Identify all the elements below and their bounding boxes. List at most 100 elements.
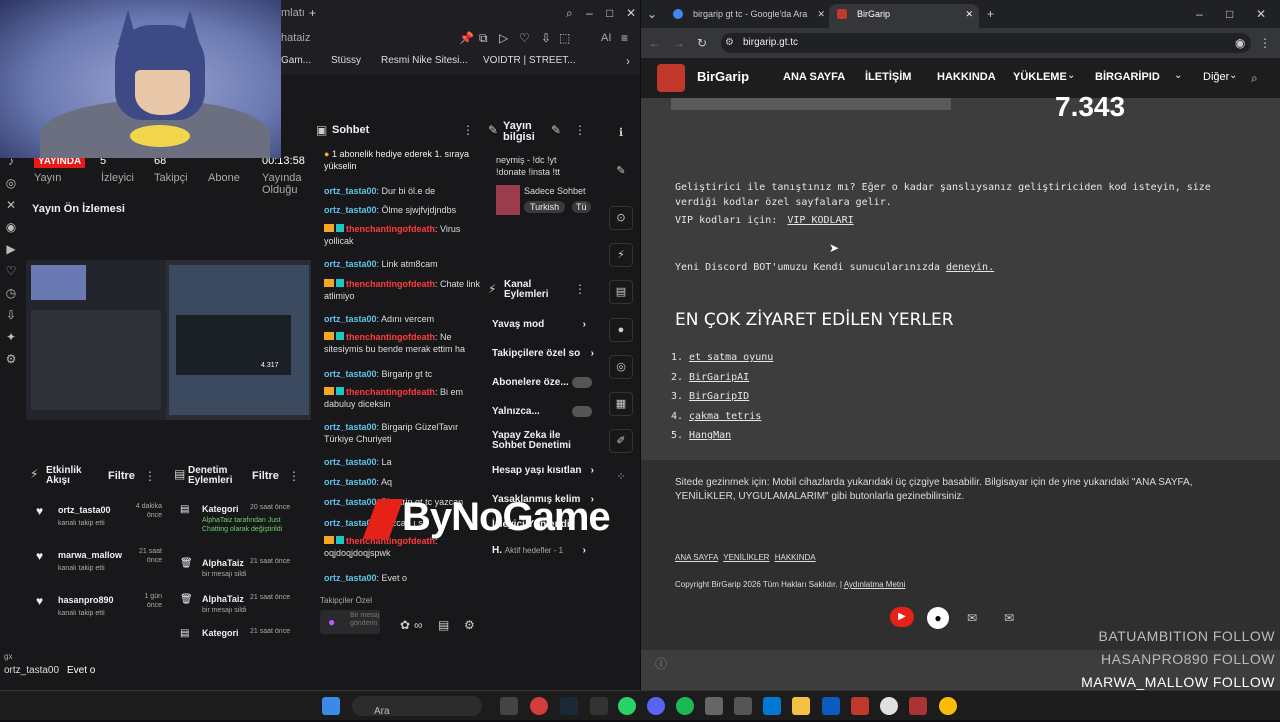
account-age-item[interactable]: Hesap yaşı kısıtlan ›: [492, 465, 594, 476]
chat-username[interactable]: thenchantingofdeath: [346, 387, 435, 397]
toggle-switch[interactable]: [572, 377, 592, 388]
close-window-icon[interactable]: ✕: [1256, 6, 1266, 22]
chat-username[interactable]: ortz_tasta00: [324, 497, 377, 507]
start-icon[interactable]: [322, 697, 340, 715]
save-icon[interactable]: ⇩: [541, 30, 551, 46]
app-icon[interactable]: [705, 697, 723, 715]
chat-username[interactable]: ortz_tasta00: [324, 186, 377, 196]
reload-icon[interactable]: ↻: [697, 35, 707, 51]
gear-icon[interactable]: ⚙: [0, 348, 22, 370]
nav-birgaripid[interactable]: BİRGARİPID: [1095, 71, 1160, 83]
folder-icon[interactable]: [792, 697, 810, 715]
heart-icon[interactable]: ♡: [519, 30, 530, 46]
more-icon[interactable]: ⋮: [144, 468, 156, 484]
broadcast-icon[interactable]: ◎: [609, 355, 633, 379]
epic-icon[interactable]: [590, 697, 608, 715]
app-icon[interactable]: [734, 697, 752, 715]
nav-more[interactable]: Diğer: [1203, 71, 1229, 83]
emote-icon[interactable]: ✿: [400, 617, 410, 633]
vscode-icon[interactable]: [763, 697, 781, 715]
taskbar-search[interactable]: Ara: [352, 696, 482, 717]
chat-username[interactable]: ortz_tasta00: [324, 205, 377, 215]
footer-link[interactable]: HAKKINDA: [775, 553, 816, 562]
activity-item[interactable]: ♥ hasanpro890 1 gün önce kanalı takip etti: [26, 592, 166, 632]
download-icon[interactable]: ⇩: [0, 304, 22, 326]
app-icon[interactable]: [880, 697, 898, 715]
play-circle-icon[interactable]: ▶: [0, 238, 22, 260]
layout-icon[interactable]: ▦: [609, 392, 633, 416]
activity-item[interactable]: ♥ ortz_tasta00 4 dakika önce kanalı takip e…: [26, 502, 166, 542]
doc-icon[interactable]: ▤: [609, 280, 633, 304]
preview-image[interactable]: 4.317: [26, 260, 311, 420]
play-icon[interactable]: ▷: [499, 30, 508, 46]
maximize-icon[interactable]: □: [1226, 6, 1233, 22]
tab-google[interactable]: birgarip gt tc - Google'da Ara ✕: [665, 4, 825, 28]
more-icon[interactable]: ⋮: [574, 122, 586, 138]
filter-button[interactable]: Filtre: [108, 470, 135, 482]
tag-turkish[interactable]: Turkish: [524, 201, 566, 213]
app-icon[interactable]: [909, 697, 927, 715]
list-link[interactable]: et satma oyunu: [689, 352, 773, 363]
new-tab-icon[interactable]: +: [987, 6, 994, 22]
goals-item[interactable]: H. Aktif hedefler - 1 ›: [492, 545, 592, 556]
chat-username[interactable]: ortz_tasta00: [324, 477, 377, 487]
chat-bubble-icon[interactable]: ●: [609, 318, 633, 342]
mic-icon[interactable]: ●: [328, 614, 335, 630]
more-icon[interactable]: ⋮: [288, 468, 300, 484]
close-icon[interactable]: ✕: [965, 4, 973, 24]
list-link[interactable]: HangMan: [689, 430, 731, 441]
wrench-icon[interactable]: ✐: [609, 429, 633, 453]
close-icon[interactable]: ✕: [626, 5, 636, 21]
chevron-right-icon[interactable]: ›: [626, 53, 630, 69]
mail-icon[interactable]: ✉: [967, 610, 977, 626]
discord-link[interactable]: deneyin.: [946, 262, 994, 273]
bookmark-4[interactable]: VOIDTR | STREET...: [483, 55, 576, 66]
list-link[interactable]: BirGaripID: [689, 391, 749, 402]
tab-birgarip[interactable]: BirGarip ✕: [829, 4, 979, 28]
github-icon[interactable]: ●: [927, 607, 949, 629]
spotify-icon[interactable]: [676, 697, 694, 715]
chat-username[interactable]: ortz_tasta00: [324, 314, 377, 324]
modlog-item[interactable]: ▤ Kategori 20 saat önce AlphaTaiz tarafında…: [170, 502, 310, 542]
search-icon[interactable]: ⌕: [1251, 70, 1258, 86]
crop-icon[interactable]: ⧉: [479, 30, 488, 46]
profile-icon[interactable]: ◉: [1235, 35, 1245, 51]
info-circle-icon[interactable]: ⓘ: [655, 656, 667, 672]
pencil-icon[interactable]: ✎: [609, 160, 633, 184]
minimize-icon[interactable]: –: [586, 5, 593, 21]
address-fragment[interactable]: hataiz: [281, 32, 310, 44]
slow-mode-item[interactable]: Yavaş mod ›: [492, 319, 592, 330]
store-icon[interactable]: ▤: [438, 617, 449, 633]
back-icon[interactable]: ←: [649, 35, 661, 51]
mail-icon[interactable]: ✉: [1004, 610, 1014, 626]
footer-link[interactable]: YENİLİKLER: [723, 553, 769, 562]
nav-contact[interactable]: İLETİŞİM: [865, 71, 911, 83]
discord-icon[interactable]: [647, 697, 665, 715]
new-tab-icon[interactable]: +: [309, 5, 316, 21]
url-field[interactable]: ⚙ birgarip.gt.tc ☆: [721, 33, 1251, 53]
close-icon[interactable]: ✕: [817, 4, 825, 24]
discord-icon[interactable]: ◉: [0, 216, 22, 238]
chat-username[interactable]: thenchantingofdeath: [346, 332, 435, 342]
list-link[interactable]: BirGaripAI: [689, 372, 749, 383]
x-icon[interactable]: ✕: [0, 194, 22, 216]
tab-fragment[interactable]: mlatı: [281, 7, 305, 19]
puzzle-icon[interactable]: ✦: [0, 326, 22, 348]
clock-icon[interactable]: ◷: [0, 282, 22, 304]
chat-username[interactable]: ortz_tasta00: [324, 369, 377, 379]
steam-icon[interactable]: [560, 697, 578, 715]
bookmark-3[interactable]: Resmi Nike Sitesi...: [381, 55, 468, 66]
obs-icon[interactable]: [851, 697, 869, 715]
info-icon[interactable]: ℹ: [609, 122, 633, 146]
heart-icon[interactable]: ♡: [0, 260, 22, 282]
nav-home[interactable]: ANA SAYFA: [783, 71, 845, 83]
chrome-icon[interactable]: [939, 697, 957, 715]
task-view-icon[interactable]: [500, 697, 518, 715]
chat-username[interactable]: ortz_tasta00: [324, 259, 377, 269]
menu-icon[interactable]: ≡: [621, 30, 628, 46]
whatsapp-icon[interactable]: [618, 697, 636, 715]
opera-icon[interactable]: [530, 697, 548, 715]
more-icon[interactable]: ⋮: [574, 281, 586, 297]
link-icon[interactable]: ∞: [414, 617, 423, 633]
youtube-icon[interactable]: ▶: [890, 607, 914, 627]
